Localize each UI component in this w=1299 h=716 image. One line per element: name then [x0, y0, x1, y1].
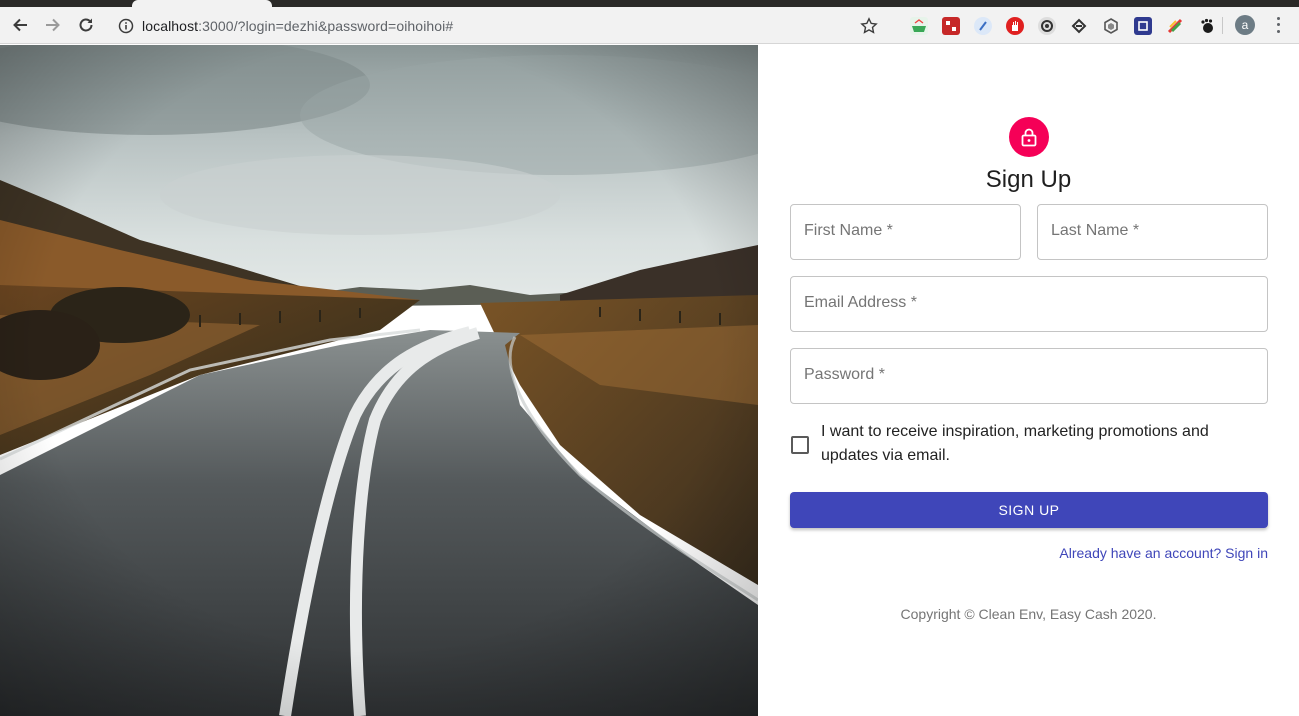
marketing-checkbox[interactable]	[791, 436, 809, 454]
active-tab[interactable]	[132, 0, 272, 7]
email-field[interactable]: Email Address *	[790, 276, 1268, 332]
address-bar[interactable]: localhost:3000/?login=dezhi&password=oih…	[108, 11, 888, 40]
extension-5-icon[interactable]	[1038, 17, 1056, 35]
last-name-input[interactable]	[1038, 205, 1267, 259]
extension-3-icon[interactable]	[974, 17, 992, 35]
extensions-bar	[860, 14, 1230, 38]
sign-up-button[interactable]: SIGN UP	[790, 492, 1268, 528]
browser-menu-icon[interactable]	[1270, 15, 1286, 35]
sign-in-link[interactable]: Already have an account? Sign in	[988, 545, 1268, 561]
forward-arrow-icon	[46, 18, 60, 32]
adblock-icon[interactable]	[1006, 17, 1024, 35]
lock-avatar	[1009, 117, 1049, 157]
forward-button[interactable]	[41, 13, 65, 37]
last-name-field[interactable]: Last Name *	[1037, 204, 1268, 260]
toolbar-separator	[1222, 17, 1223, 34]
extension-7-icon[interactable]	[1102, 17, 1120, 35]
road-landscape-illustration	[0, 45, 758, 716]
lock-outlined-icon	[1021, 128, 1037, 147]
email-input[interactable]	[791, 277, 1267, 331]
extension-2-icon[interactable]	[942, 17, 960, 35]
reload-icon	[79, 18, 93, 32]
first-name-input[interactable]	[791, 205, 1020, 259]
signup-panel: Sign Up First Name * Last Name * Email A…	[758, 45, 1299, 716]
url-path: :3000/?login=dezhi&password=oihoihoi#	[198, 17, 454, 34]
extension-6-icon[interactable]	[1070, 17, 1088, 35]
tab-strip	[0, 0, 1299, 7]
marketing-checkbox-label: I want to receive inspiration, marketing…	[821, 423, 1209, 464]
url-text: localhost:3000/?login=dezhi&password=oih…	[142, 18, 453, 34]
profile-avatar[interactable]: a	[1235, 15, 1255, 35]
bookmark-star-icon[interactable]	[860, 17, 878, 35]
back-button[interactable]	[8, 13, 32, 37]
password-field[interactable]: Password *	[790, 348, 1268, 404]
hero-image	[0, 45, 758, 716]
back-arrow-icon	[13, 18, 27, 32]
copyright-text: Copyright © Clean Env, Easy Cash 2020.	[900, 606, 1157, 622]
extension-8-icon[interactable]	[1134, 17, 1152, 35]
gnome-foot-icon[interactable]	[1198, 17, 1216, 35]
first-name-field[interactable]: First Name *	[790, 204, 1021, 260]
url-host: localhost	[142, 17, 199, 34]
extension-9-icon[interactable]	[1166, 17, 1184, 35]
browser-toolbar: localhost:3000/?login=dezhi&password=oih…	[0, 7, 1299, 44]
password-input[interactable]	[791, 349, 1267, 403]
reload-button[interactable]	[74, 13, 98, 37]
page-title: Sign Up	[985, 166, 1072, 193]
site-info-icon[interactable]	[118, 18, 134, 34]
extension-1-icon[interactable]	[910, 17, 928, 35]
